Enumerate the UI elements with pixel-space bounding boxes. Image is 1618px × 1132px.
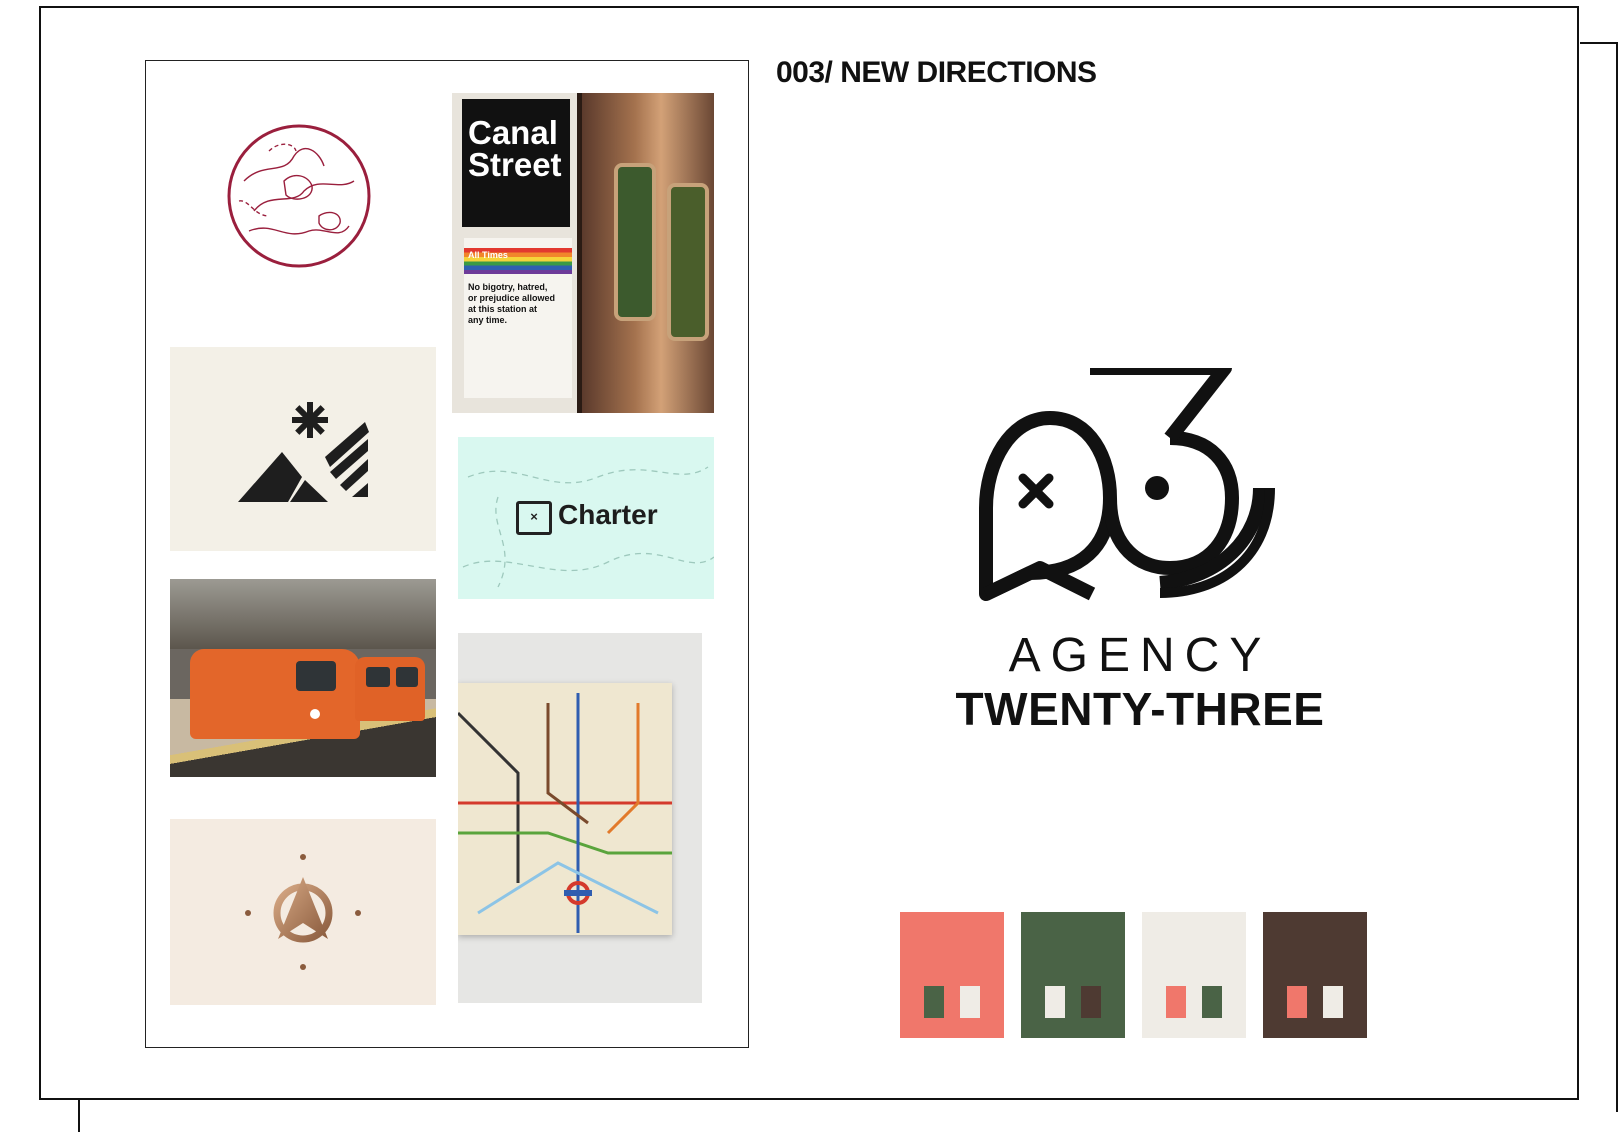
notice-line: or prejudice allowed xyxy=(468,293,556,303)
station-sign: Canal Street xyxy=(462,99,570,227)
charter-logo-tile: × Charter xyxy=(458,437,714,599)
back-sheet-edge xyxy=(78,1100,80,1132)
palette-chip xyxy=(1081,986,1101,1018)
tube-map-poster xyxy=(458,633,702,1003)
palette-chip xyxy=(1045,986,1065,1018)
tube-map-sheet xyxy=(458,683,672,935)
notice-line: No bigotry, hatred, xyxy=(468,282,548,292)
moodboard: Canal Street All Times No bigotry, hatre… xyxy=(145,60,749,1048)
train-window xyxy=(296,661,336,691)
charter-label: Charter xyxy=(558,499,658,530)
sign-line-2: Street xyxy=(468,146,562,183)
palette-chip xyxy=(1202,986,1222,1018)
palette-chip xyxy=(960,986,980,1018)
compass-logo-tile xyxy=(170,819,436,1005)
topo-circle-image xyxy=(224,121,374,271)
brand-name-line2: TWENTY-THREE xyxy=(955,683,1325,735)
page-title: 003/ NEW DIRECTIONS xyxy=(776,56,1097,89)
palette-chip xyxy=(924,986,944,1018)
canal-street-photo: Canal Street All Times No bigotry, hatre… xyxy=(452,93,714,413)
back-sheet-edge xyxy=(1580,42,1618,44)
notice-poster: All Times No bigotry, hatred, or prejudi… xyxy=(464,238,572,398)
palette-swatch-green xyxy=(1021,912,1125,1038)
palette-swatch-cream xyxy=(1142,912,1246,1038)
tunnel-ceiling xyxy=(170,579,436,649)
train-window xyxy=(396,667,418,687)
agency-logo-mark xyxy=(970,361,1300,608)
palette-swatch-brown xyxy=(1263,912,1367,1038)
brand-name-line1: AGENCY xyxy=(1008,629,1272,682)
subway-window xyxy=(614,163,656,321)
palette-chip xyxy=(1323,986,1343,1018)
palette-chip xyxy=(1287,986,1307,1018)
charter-map-icon: × xyxy=(516,501,552,535)
train-window xyxy=(366,667,390,687)
orange-train-photo xyxy=(170,579,436,777)
notice-title: All Times xyxy=(468,250,508,260)
notice-line: any time. xyxy=(468,315,508,325)
palette-chip xyxy=(1166,986,1186,1018)
sign-line-1: Canal xyxy=(468,114,558,151)
notice-text: No bigotry, hatred, or prejudice allowed… xyxy=(468,282,555,326)
mountain-logo-tile xyxy=(170,347,436,551)
subway-window xyxy=(667,183,709,341)
train-headlight xyxy=(310,709,320,719)
palette-swatch-coral xyxy=(900,912,1004,1038)
notice-line: at this station at xyxy=(468,304,538,314)
